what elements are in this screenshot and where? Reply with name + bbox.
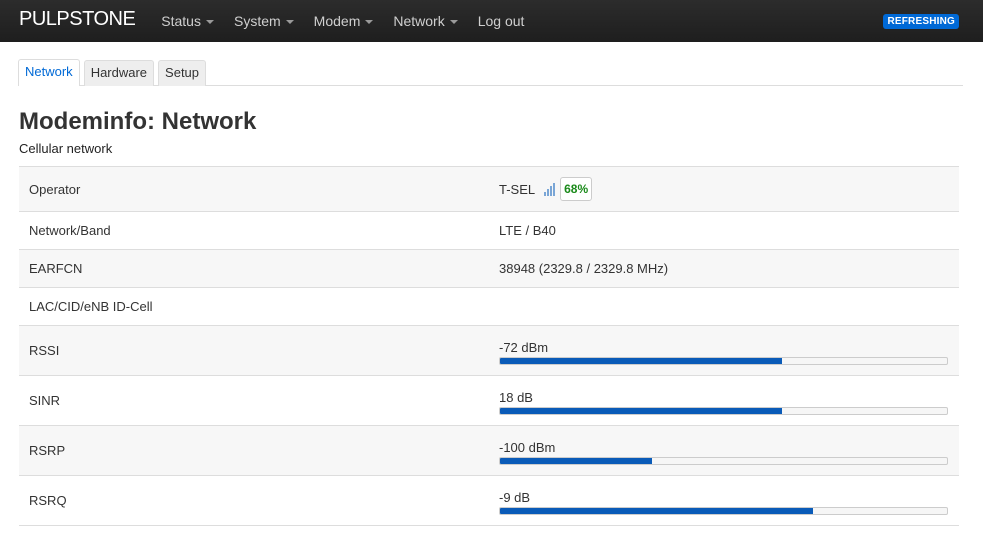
nav-network-label: Network xyxy=(393,13,445,29)
signal-percent-badge: 68% xyxy=(560,177,593,201)
nav-system-label: System xyxy=(233,13,281,29)
row-value: -100 dBm xyxy=(499,437,959,465)
nav-system[interactable]: System xyxy=(224,0,304,42)
chevron-down-icon xyxy=(365,20,374,24)
refreshing-badge[interactable]: REFRESHING xyxy=(883,14,959,29)
nav-logout-label: Log out xyxy=(477,13,525,29)
row-label: RSRP xyxy=(29,443,66,458)
table-row-earfcn: EARFCN 38948 (2329.8 / 2329.8 MHz) xyxy=(19,250,959,288)
brand-logo[interactable]: PULPSTONE xyxy=(19,0,136,40)
row-value: T-SEL 68% xyxy=(499,177,959,201)
nav-logout[interactable]: Log out xyxy=(468,0,535,42)
rssi-progress-bar xyxy=(499,356,948,365)
nav-status-label: Status xyxy=(161,13,201,29)
row-value: -72 dBm xyxy=(499,337,959,365)
table-row-operator: Operator T-SEL 68% xyxy=(19,167,959,212)
row-label: Network/Band xyxy=(29,223,111,238)
chevron-down-icon xyxy=(449,20,458,24)
table-row-rsrp: RSRP -100 dBm xyxy=(19,426,959,476)
section-subtitle: Cellular network xyxy=(19,141,113,156)
table-row-lac: LAC/CID/eNB ID-Cell xyxy=(19,288,959,326)
tab-network[interactable]: Network xyxy=(18,59,80,86)
nav-modem-label: Modem xyxy=(313,13,361,29)
network-info-table: Operator T-SEL 68% Network/Band LTE / B4… xyxy=(19,166,959,526)
rsrq-value: -9 dB xyxy=(499,489,531,505)
sinr-progress-fill xyxy=(500,407,782,414)
sinr-progress-bar xyxy=(499,406,948,415)
row-label: EARFCN xyxy=(29,261,83,276)
row-label: SINR xyxy=(29,393,61,408)
row-value: LTE / B40 xyxy=(499,223,556,238)
row-label: LAC/CID/eNB ID-Cell xyxy=(29,299,153,314)
nav-status[interactable]: Status xyxy=(151,0,224,42)
row-label: RSSI xyxy=(29,343,60,358)
rsrp-progress-fill xyxy=(500,457,652,464)
table-row-rsrq: RSRQ -9 dB xyxy=(19,476,959,526)
nav-network[interactable]: Network xyxy=(383,0,467,42)
table-row-band: Network/Band LTE / B40 xyxy=(19,212,959,250)
row-label: Operator xyxy=(29,181,81,197)
chevron-down-icon xyxy=(205,20,214,24)
sinr-value: 18 dB xyxy=(499,389,533,405)
table-row-rssi: RSSI -72 dBm xyxy=(19,326,959,376)
tab-bar: Network Hardware Setup xyxy=(18,59,963,86)
signal-bars-icon xyxy=(544,182,556,196)
row-value: 38948 (2329.8 / 2329.8 MHz) xyxy=(499,261,669,276)
rsrp-progress-bar xyxy=(499,456,948,465)
operator-name: T-SEL xyxy=(499,181,536,197)
table-row-sinr: SINR 18 dB xyxy=(19,376,959,426)
nav-modem[interactable]: Modem xyxy=(304,0,384,42)
chevron-down-icon xyxy=(285,20,294,24)
rssi-value: -72 dBm xyxy=(499,339,549,355)
row-label: RSRQ xyxy=(29,493,67,508)
row-value: -9 dB xyxy=(499,487,959,515)
tab-setup[interactable]: Setup xyxy=(158,60,207,86)
tab-hardware[interactable]: Hardware xyxy=(83,60,155,86)
rsrp-value: -100 dBm xyxy=(499,439,556,455)
rsrq-progress-bar xyxy=(499,506,948,515)
top-navbar: PULPSTONE Status System Modem Network Lo… xyxy=(0,0,983,42)
rsrq-progress-fill xyxy=(500,507,813,514)
rssi-progress-fill xyxy=(500,357,782,364)
row-value: 18 dB xyxy=(499,387,959,415)
page-title: Modeminfo: Network xyxy=(19,108,257,135)
